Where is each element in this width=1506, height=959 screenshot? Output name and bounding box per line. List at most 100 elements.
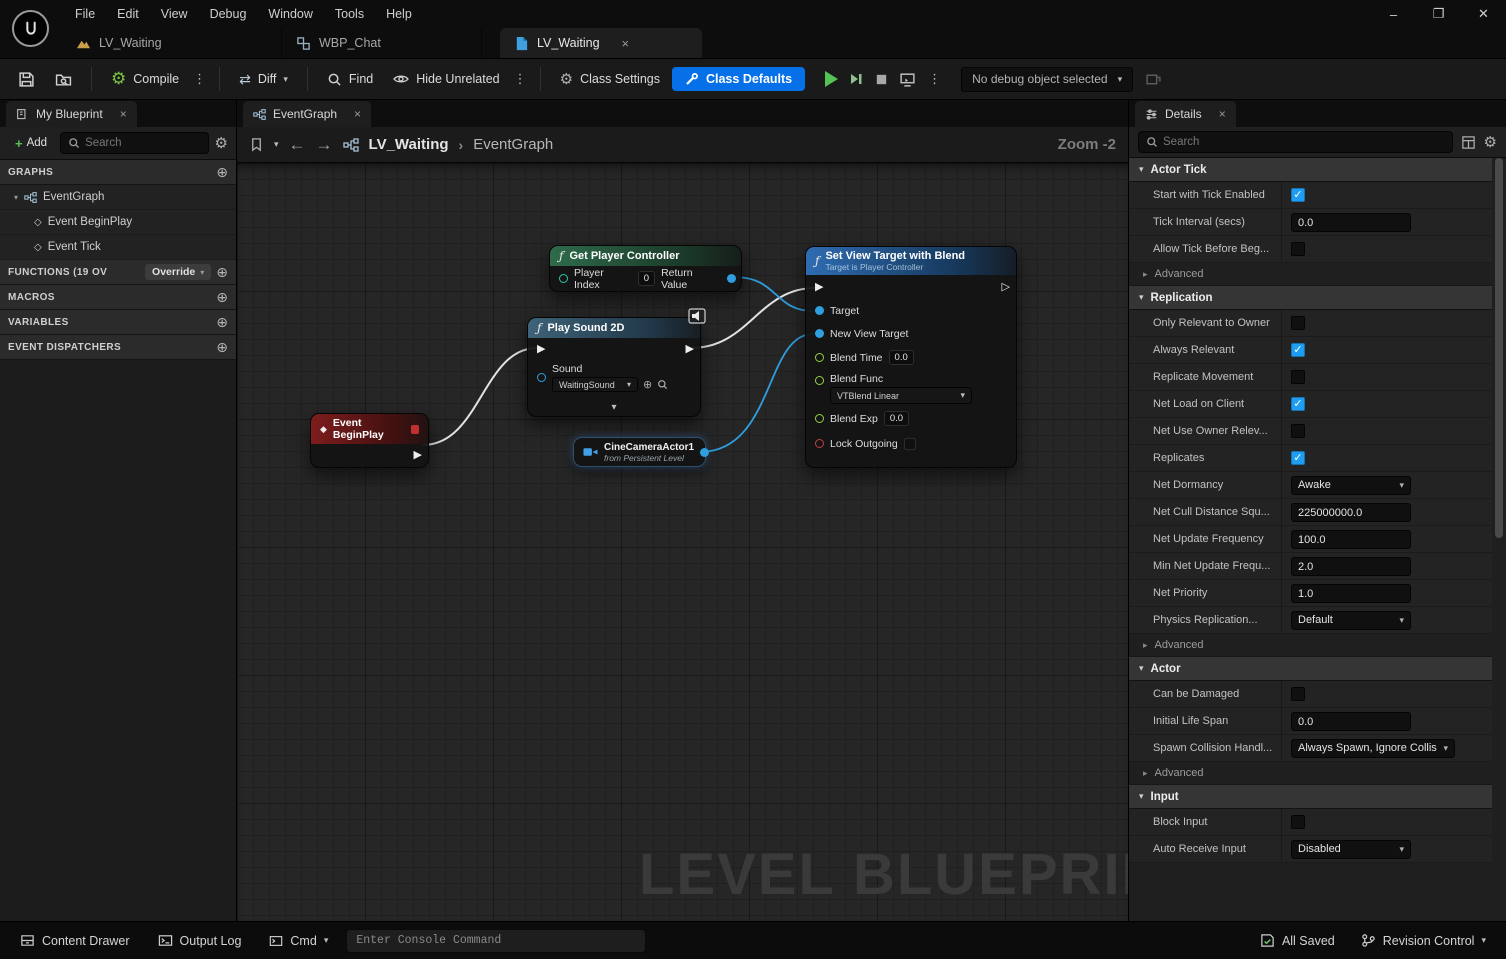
details-settings-icon[interactable]: ⚙	[1484, 133, 1497, 151]
field-net-priority[interactable]: 1.0	[1291, 583, 1411, 603]
lock-outgoing-checkbox[interactable]	[903, 437, 916, 450]
details-section-actor-tick[interactable]: ▾ Actor Tick	[1129, 158, 1492, 182]
hide-unrelated-options-icon[interactable]: ⋮	[512, 67, 529, 91]
checkbox-net-load-on-client[interactable]: ✓	[1291, 397, 1305, 411]
details-section-actor[interactable]: ▾ Actor	[1129, 657, 1492, 681]
add-variable-icon[interactable]: ⊕	[216, 314, 228, 331]
add-button[interactable]: + Add	[8, 133, 54, 154]
play-icon[interactable]	[825, 71, 839, 87]
close-panel-icon[interactable]: ×	[1219, 107, 1226, 121]
forward-arrow-icon[interactable]: →	[316, 135, 333, 155]
field-initial-life-span[interactable]: 0.0	[1291, 711, 1411, 731]
menu-help[interactable]: Help	[375, 3, 423, 25]
class-settings-button[interactable]: ⚙ Class Settings	[552, 65, 668, 93]
pin-blend-time[interactable]	[815, 353, 824, 362]
blend-time-input[interactable]: 0.0	[888, 350, 914, 365]
blend-exp-input[interactable]: 0.0	[883, 411, 910, 426]
details-search[interactable]	[1138, 131, 1453, 153]
console-command-input[interactable]	[346, 928, 647, 953]
compile-button[interactable]: ⚙ Compile	[103, 66, 187, 92]
play-options-icon[interactable]: ⋮	[926, 67, 943, 91]
pin-exec-out[interactable]: ▶	[414, 450, 422, 461]
pin-exec-out[interactable]: ▶	[686, 344, 694, 355]
cmd-dropdown[interactable]: Cmd ▾	[259, 928, 338, 954]
close-button[interactable]: ✕	[1461, 0, 1506, 28]
menu-view[interactable]: View	[150, 3, 199, 25]
checkbox-net-use-owner-relev[interactable]	[1291, 424, 1305, 438]
pin-camera-out[interactable]	[700, 448, 709, 457]
sound-asset-dropdown[interactable]: WaitingSound ▾	[552, 377, 638, 392]
compile-options-icon[interactable]: ⋮	[191, 67, 208, 91]
add-function-icon[interactable]: ⊕	[216, 264, 228, 281]
checkbox-only-relevant-to-owner[interactable]	[1291, 316, 1305, 330]
variables-section-header[interactable]: VARIABLES ⊕	[0, 310, 236, 335]
revision-control-button[interactable]: Revision Control ▾	[1351, 927, 1496, 954]
add-macro-icon[interactable]: ⊕	[216, 289, 228, 306]
pin-exec-in[interactable]: ▶	[537, 344, 545, 355]
asset-tab-wbp-chat[interactable]: WBP_Chat	[282, 28, 482, 58]
launch-icon[interactable]	[899, 71, 916, 88]
stop-icon[interactable]	[874, 72, 889, 87]
my-blueprint-tab[interactable]: My Blueprint ×	[6, 101, 137, 127]
checkbox-block-input[interactable]	[1291, 815, 1305, 829]
event-dispatchers-section-header[interactable]: EVENT DISPATCHERS ⊕	[0, 335, 236, 360]
diff-button[interactable]: ⇄ Diff ▾	[231, 66, 296, 93]
expand-icon[interactable]: ▾	[14, 193, 18, 202]
checkbox-start-with-tick-enabled[interactable]: ✓	[1291, 188, 1305, 202]
output-log-button[interactable]: Output Log	[148, 927, 252, 954]
details-scrollbar[interactable]	[1495, 158, 1503, 538]
search-input[interactable]	[85, 137, 201, 149]
checkbox-allow-tick-before-beg[interactable]	[1291, 242, 1305, 256]
browse-button[interactable]	[47, 66, 80, 93]
sidebar-item-eventgraph[interactable]: ▾ EventGraph	[0, 185, 236, 210]
graphs-section-header[interactable]: GRAPHS ⊕	[0, 160, 236, 185]
advanced-expander[interactable]: ▸ Advanced	[1129, 762, 1492, 785]
find-button[interactable]: Find	[319, 67, 381, 92]
breadcrumb-root[interactable]: LV_Waiting	[369, 136, 449, 153]
node-play-sound-2d[interactable]: ƒ Play Sound 2D ▶ ▶ Sound WaitingSound ▾…	[527, 308, 706, 417]
add-graph-icon[interactable]: ⊕	[216, 164, 228, 181]
browse-asset-icon[interactable]	[657, 379, 668, 390]
pin-sound[interactable]	[537, 373, 546, 382]
dropdown-net-dormancy[interactable]: Awake ▾	[1291, 475, 1411, 495]
menu-window[interactable]: Window	[257, 3, 323, 25]
content-drawer-button[interactable]: Content Drawer	[10, 927, 140, 954]
field-min-net-update-frequ[interactable]: 2.0	[1291, 556, 1411, 576]
pin-lock-outgoing[interactable]	[815, 439, 824, 448]
details-search-input[interactable]	[1163, 136, 1445, 148]
blend-func-dropdown[interactable]: VTBlend Linear ▾	[830, 387, 972, 404]
asset-tab-lv-waiting-level[interactable]: LV_Waiting	[62, 28, 282, 58]
add-dispatcher-icon[interactable]: ⊕	[216, 339, 228, 356]
minimize-button[interactable]: –	[1371, 0, 1416, 28]
breadcrumb-current[interactable]: EventGraph	[473, 136, 553, 153]
graph-canvas[interactable]: LEVEL BLUEPRINT ƒ Get Player Controller	[237, 163, 1128, 921]
checkbox-replicates[interactable]: ✓	[1291, 451, 1305, 465]
details-section-replication[interactable]: ▾ Replication	[1129, 286, 1492, 310]
settings-gear-icon[interactable]: ⚙	[215, 134, 228, 152]
details-section-input[interactable]: ▾ Input	[1129, 785, 1492, 809]
node-set-view-target-with-blend[interactable]: ƒ Set View Target with Blend Target is P…	[805, 246, 1017, 468]
close-tab-icon[interactable]: ×	[354, 107, 361, 121]
checkbox-can-be-damaged[interactable]	[1291, 687, 1305, 701]
back-arrow-icon[interactable]: ←	[289, 135, 306, 155]
override-dropdown[interactable]: Override ▾	[145, 264, 212, 280]
debug-filter-icon[interactable]	[1145, 71, 1162, 88]
sidebar-item-event-beginplay[interactable]: ◇ Event BeginPlay	[0, 210, 236, 235]
field-net-cull-distance-squ[interactable]: 225000000.0	[1291, 502, 1411, 522]
debug-object-dropdown[interactable]: No debug object selected ▾	[961, 66, 1134, 92]
checkbox-replicate-movement[interactable]	[1291, 370, 1305, 384]
macros-section-header[interactable]: MACROS ⊕	[0, 285, 236, 310]
pin-exec-in[interactable]: ▶	[815, 281, 823, 293]
maximize-button[interactable]: ❐	[1416, 0, 1461, 28]
pin-target[interactable]	[815, 306, 824, 315]
field-net-update-frequency[interactable]: 100.0	[1291, 529, 1411, 549]
sidebar-item-event-tick[interactable]: ◇ Event Tick	[0, 235, 236, 260]
details-tab[interactable]: Details ×	[1135, 101, 1236, 127]
save-button[interactable]	[10, 66, 43, 93]
all-saved-button[interactable]: All Saved	[1250, 927, 1345, 954]
my-blueprint-search[interactable]	[60, 132, 209, 154]
player-index-input[interactable]: 0	[637, 271, 656, 286]
checkbox-always-relevant[interactable]: ✓	[1291, 343, 1305, 357]
functions-section-header[interactable]: FUNCTIONS (19 OV Override ▾ ⊕	[0, 260, 236, 285]
node-get-player-controller[interactable]: ƒ Get Player Controller Player Index 0 R…	[549, 245, 742, 292]
